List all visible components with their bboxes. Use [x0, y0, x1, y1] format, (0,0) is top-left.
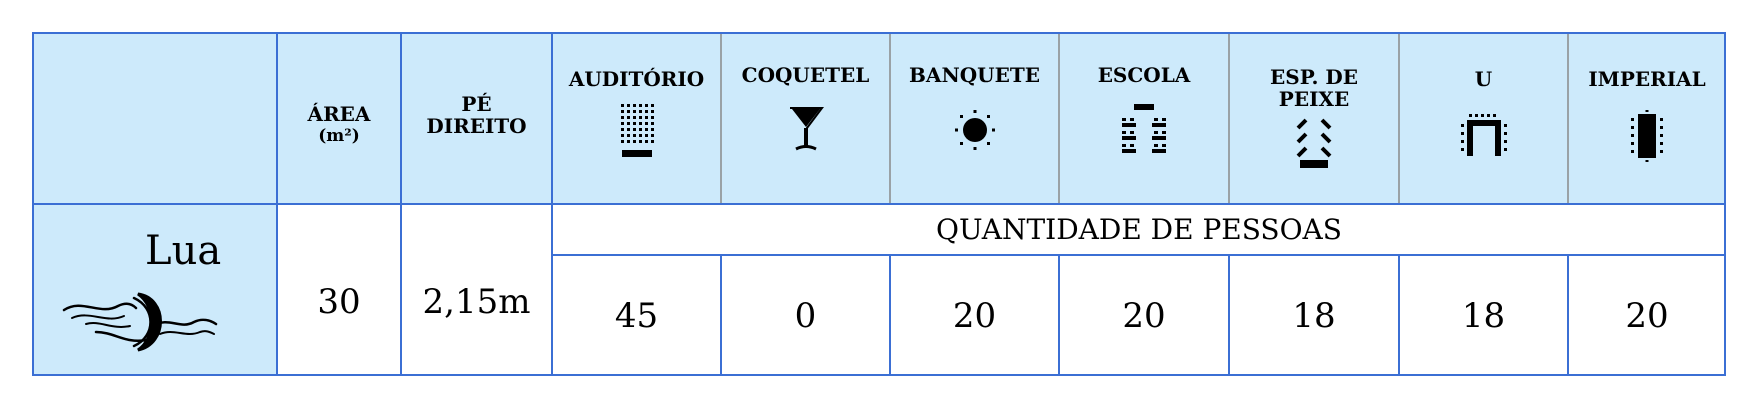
table-grid-lines	[32, 32, 1726, 376]
capacity-table: ÁREA (m²) PÉ DIREITO AUDITÓRIO COQUETEL	[32, 32, 1726, 376]
